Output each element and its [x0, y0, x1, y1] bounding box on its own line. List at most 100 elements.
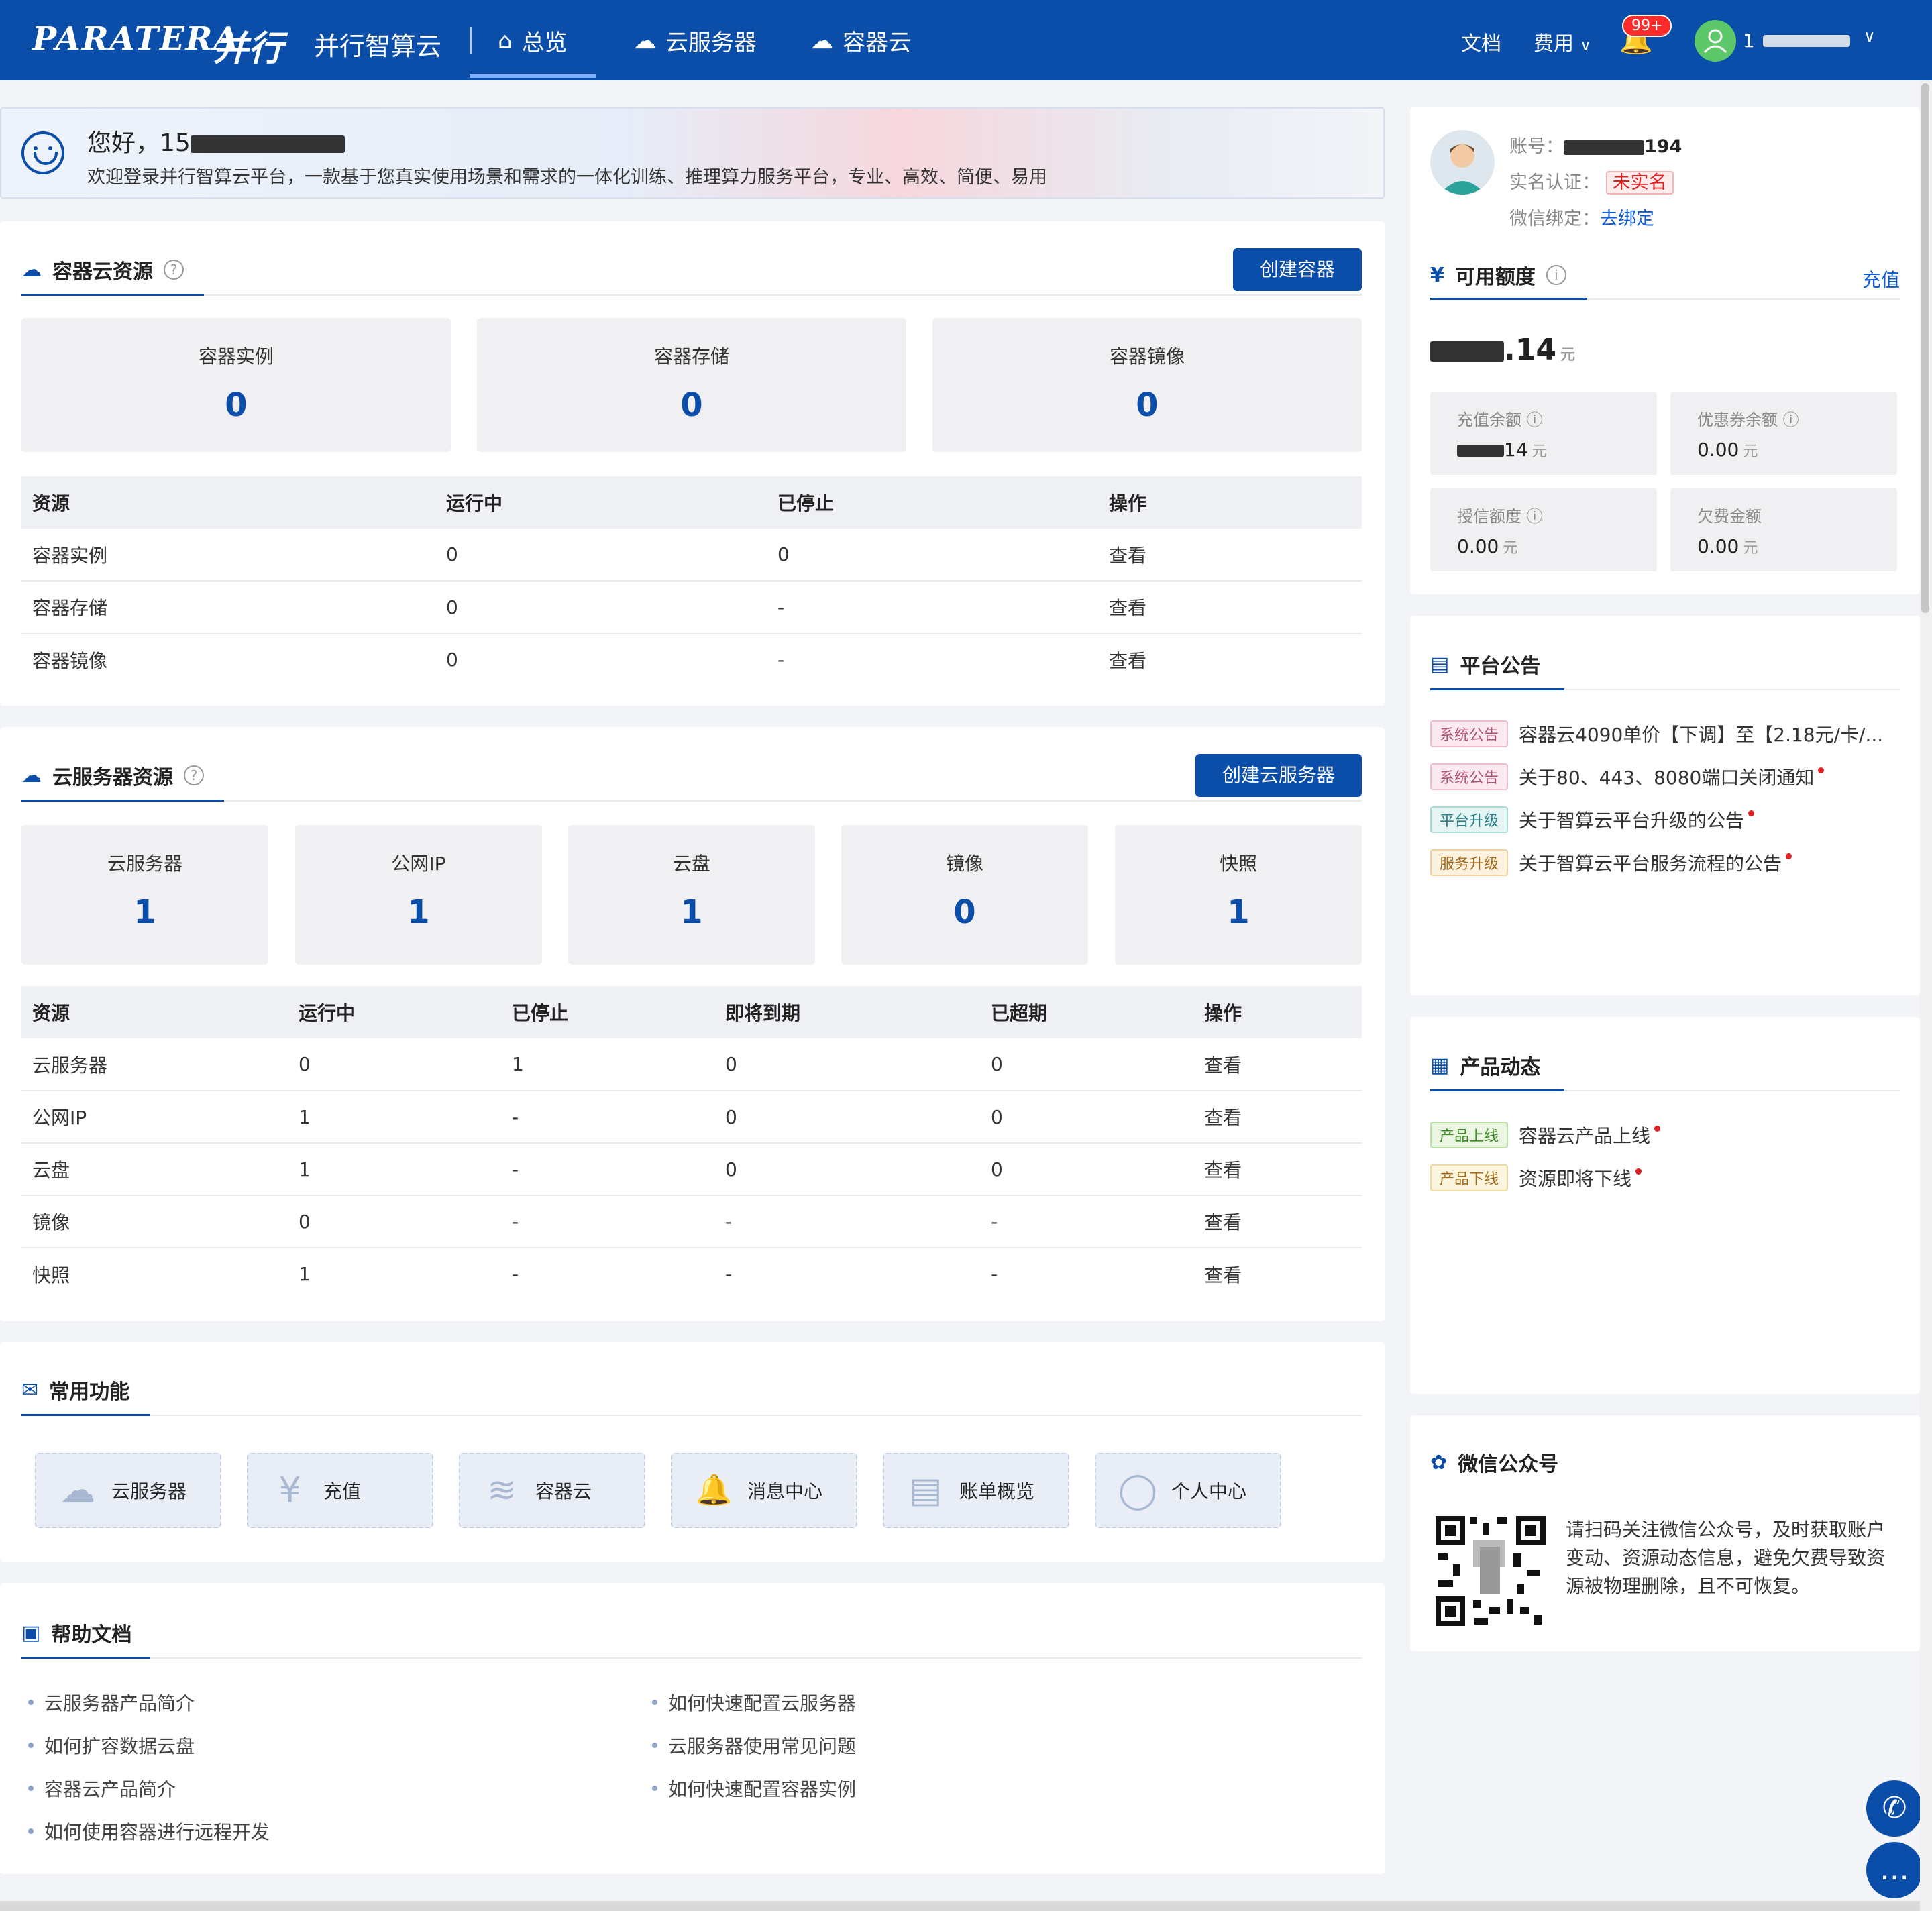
- stat-value: 1: [1227, 893, 1250, 931]
- bal-label: 授信额度: [1457, 507, 1521, 526]
- notice-item[interactable]: 系统公告 容器云4090单价【下调】至【2.18元/卡/...: [1430, 720, 1883, 747]
- info-icon[interactable]: i: [1546, 265, 1566, 285]
- chat-float-icon[interactable]: …: [1866, 1842, 1923, 1898]
- wechat-bind-link[interactable]: 去绑定: [1600, 209, 1654, 229]
- doc-link[interactable]: 云服务器产品简介: [28, 1689, 195, 1716]
- unread-dot: [1818, 767, 1825, 773]
- stat-label: 容器实例: [198, 345, 274, 368]
- cell-running: 0: [288, 1195, 501, 1248]
- view-link[interactable]: 查看: [1193, 1038, 1362, 1091]
- docs-link[interactable]: 文档: [1461, 27, 1501, 56]
- credit-limit-box: 授信额度 ⓘ 0.00 元: [1430, 488, 1657, 571]
- unread-dot: [1654, 1125, 1661, 1132]
- func-bill-overview[interactable]: ▤ 账单概览: [883, 1453, 1069, 1528]
- view-link[interactable]: 查看: [1193, 1195, 1362, 1248]
- nav-overview[interactable]: ⌂ 总览: [470, 24, 596, 78]
- stat-image[interactable]: 镜像 0: [841, 825, 1088, 965]
- bal-value: 0.00: [1457, 535, 1499, 557]
- cell-running: 1: [288, 1143, 501, 1196]
- stat-label: 公网IP: [391, 853, 446, 875]
- wechat-float-icon[interactable]: ✆: [1866, 1780, 1923, 1837]
- stat-value: 0: [680, 386, 703, 424]
- notice-item[interactable]: 系统公告 关于80、443、8080端口关闭通知: [1430, 763, 1825, 790]
- doc-link[interactable]: 如何快速配置容器实例: [652, 1775, 856, 1802]
- notice-tag: 系统公告: [1430, 720, 1509, 747]
- stat-value: 0: [225, 386, 248, 424]
- document-icon: ▣: [21, 1621, 41, 1645]
- title-underline: [21, 294, 204, 296]
- notice-item[interactable]: 平台升级 关于智算云平台升级的公告: [1430, 806, 1755, 833]
- stat-cloud-disk[interactable]: 云盘 1: [568, 825, 815, 965]
- vertical-scroll-thumb[interactable]: [1921, 83, 1929, 613]
- table-row: 容器实例 0 0 查看: [21, 529, 1362, 582]
- doc-link[interactable]: 如何使用容器进行远程开发: [28, 1818, 270, 1845]
- cell-name: 公网IP: [21, 1091, 288, 1144]
- cell-name: 镜像: [21, 1195, 288, 1248]
- func-personal-center[interactable]: ◯ 个人中心: [1095, 1453, 1281, 1528]
- brand-name[interactable]: 并行智算云: [314, 25, 441, 62]
- column-header: 操作: [1193, 986, 1362, 1038]
- doc-link[interactable]: 容器云产品简介: [28, 1775, 176, 1802]
- create-server-button[interactable]: 创建云服务器: [1195, 754, 1362, 797]
- logo-cn[interactable]: 并行: [213, 20, 283, 70]
- view-link[interactable]: 查看: [1098, 581, 1362, 634]
- view-link[interactable]: 查看: [1098, 633, 1362, 686]
- column-header: 已停止: [767, 476, 1098, 529]
- product-item[interactable]: 产品上线 容器云产品上线: [1430, 1122, 1661, 1148]
- func-cloud-server[interactable]: ☁ 云服务器: [35, 1453, 221, 1528]
- doc-link[interactable]: 如何扩容数据云盘: [28, 1732, 195, 1759]
- view-link[interactable]: 查看: [1098, 529, 1362, 582]
- cell-stopped: 1: [501, 1038, 714, 1091]
- inbox-icon: ✉: [21, 1378, 39, 1402]
- bal-value: 14: [1504, 439, 1528, 461]
- nav-container-cloud[interactable]: ☁ 容器云: [810, 24, 911, 57]
- func-message-center[interactable]: 🔔 消息中心: [671, 1453, 857, 1528]
- stat-snapshot[interactable]: 快照 1: [1115, 825, 1362, 965]
- cloud-server-resource-card: ☁ 云服务器资源 ? 创建云服务器 云服务器 1 公网IP 1 云盘 1 镜像 …: [0, 727, 1385, 1321]
- view-link[interactable]: 查看: [1193, 1091, 1362, 1144]
- cell-expiring: -: [725, 1263, 733, 1285]
- user-avatar[interactable]: [1695, 20, 1736, 62]
- available-balance: .14 元: [1430, 333, 1575, 367]
- create-container-button[interactable]: 创建容器: [1233, 248, 1362, 291]
- stat-label: 云服务器: [107, 853, 182, 875]
- paratera-logo[interactable]: PARATERA: [32, 20, 240, 58]
- title-underline: [21, 1657, 150, 1659]
- nav-cloud-server[interactable]: ☁ 云服务器: [633, 24, 757, 57]
- user-name[interactable]: 1: [1743, 30, 1755, 52]
- func-label: 容器云: [535, 1480, 592, 1503]
- recharge-link[interactable]: 充值: [1862, 266, 1900, 292]
- stat-container-instance[interactable]: 容器实例 0: [21, 318, 451, 452]
- stat-container-storage[interactable]: 容器存储 0: [477, 318, 906, 452]
- realname-status-badge[interactable]: 未实名: [1605, 171, 1674, 195]
- fees-menu[interactable]: 费用 ∨: [1534, 27, 1591, 56]
- product-news-icon: ▦: [1430, 1053, 1450, 1077]
- title-rule: [204, 294, 1362, 296]
- cell-stopped: -: [501, 1143, 714, 1196]
- yuan-icon: ¥: [1430, 263, 1444, 287]
- cell-stopped: -: [777, 649, 785, 671]
- product-text: 资源即将下线: [1519, 1168, 1632, 1190]
- help-docs-card: ▣ 帮助文档 云服务器产品简介 如何扩容数据云盘 容器云产品简介 如何使用容器进…: [0, 1583, 1385, 1874]
- title-underline: [1430, 298, 1587, 300]
- view-link[interactable]: 查看: [1193, 1143, 1362, 1196]
- product-item[interactable]: 产品下线 资源即将下线: [1430, 1164, 1642, 1191]
- notice-item[interactable]: 服务升级 关于智算云平台服务流程的公告: [1430, 849, 1792, 876]
- view-link[interactable]: 查看: [1193, 1248, 1362, 1300]
- func-container[interactable]: ≋ 容器云: [459, 1453, 645, 1528]
- stat-public-ip[interactable]: 公网IP 1: [295, 825, 542, 965]
- stat-container-image[interactable]: 容器镜像 0: [932, 318, 1362, 452]
- help-icon[interactable]: ?: [164, 260, 184, 280]
- realname-row: 实名认证： 未实名: [1509, 168, 1674, 195]
- stat-cloud-server[interactable]: 云服务器 1: [21, 825, 268, 965]
- user-chevron-icon[interactable]: ∨: [1864, 27, 1876, 46]
- func-recharge[interactable]: ¥ 充值: [247, 1453, 433, 1528]
- notices-title: ▤ 平台公告: [1430, 652, 1541, 679]
- help-icon[interactable]: ?: [184, 765, 204, 785]
- horizontal-scrollbar[interactable]: [0, 1901, 1920, 1911]
- doc-link[interactable]: 云服务器使用常见问题: [652, 1732, 856, 1759]
- product-updates-card: ▦ 产品动态 产品上线 容器云产品上线 产品下线 资源即将下线: [1410, 1017, 1920, 1394]
- product-tag: 产品上线: [1430, 1122, 1509, 1148]
- func-label: 云服务器: [111, 1480, 187, 1503]
- doc-link[interactable]: 如何快速配置云服务器: [652, 1689, 856, 1716]
